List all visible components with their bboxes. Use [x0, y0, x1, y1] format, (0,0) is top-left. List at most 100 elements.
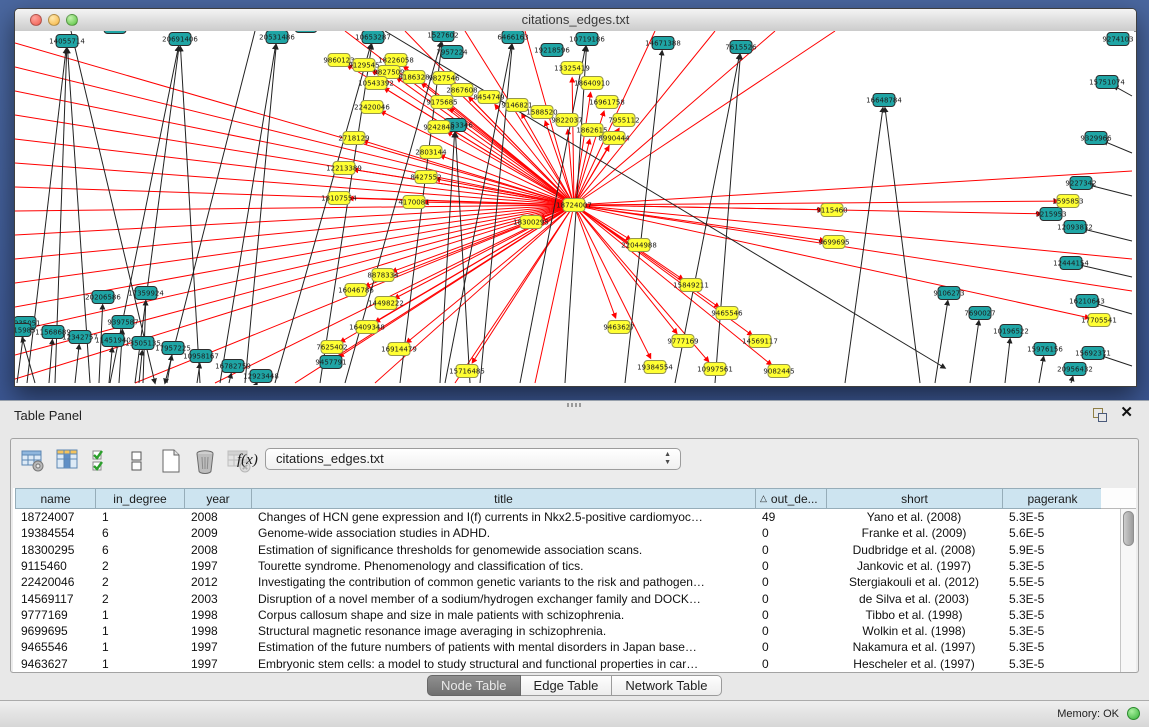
float-panel-icon[interactable] — [1093, 408, 1107, 422]
graph-node[interactable]: 9397587 — [107, 316, 138, 329]
table-row[interactable]: 1872400712008Changes of HCN gene express… — [13, 509, 1120, 525]
graph-node[interactable]: 9634508 — [99, 31, 130, 34]
graph-node[interactable]: 20691406 — [162, 33, 198, 46]
graph-node[interactable]: 12213389 — [326, 162, 362, 175]
column-header-pagerank[interactable]: pagerank — [1003, 488, 1103, 509]
graph-node[interactable]: 14671388 — [645, 37, 681, 50]
graph-node[interactable]: 15976156 — [1027, 343, 1063, 356]
graph-node[interactable]: 12923448 — [243, 370, 279, 383]
new-table-icon[interactable] — [157, 447, 185, 475]
graph-node[interactable]: 9777169 — [667, 335, 698, 348]
graph-node[interactable]: 7625402 — [316, 341, 347, 354]
graph-node[interactable]: 9227342 — [1065, 177, 1096, 190]
row-height-icon[interactable] — [123, 447, 151, 475]
close-window-button[interactable] — [30, 14, 42, 26]
graph-node-label: 15849211 — [673, 282, 709, 290]
table-row[interactable]: 1830029562008Estimation of significance … — [13, 542, 1120, 558]
select-columns-icon[interactable] — [54, 447, 82, 475]
graph-node[interactable]: 9215953 — [1035, 208, 1066, 221]
table-row[interactable]: 969969511998Structural magnetic resonanc… — [13, 623, 1120, 639]
graph-node[interactable]: 16782759 — [215, 360, 251, 373]
minimize-window-button[interactable] — [48, 14, 60, 26]
column-header-name[interactable]: name — [15, 488, 96, 509]
graph-node[interactable]: 1527602 — [427, 31, 458, 42]
graph-node[interactable]: 1595853 — [1052, 195, 1083, 208]
table-vertical-scrollbar[interactable] — [1120, 509, 1136, 672]
column-header-out_de[interactable]: △out_de... — [756, 488, 827, 509]
memory-status-indicator[interactable] — [1127, 707, 1140, 720]
graph-node[interactable]: 16914479 — [381, 343, 417, 356]
column-header-title[interactable]: title — [252, 488, 756, 509]
graph-node[interactable]: 22420046 — [354, 101, 390, 114]
graph-node[interactable]: 10719186 — [569, 33, 605, 46]
graph-node[interactable]: 9822037 — [551, 114, 582, 127]
graph-node[interactable]: 14055714 — [49, 35, 85, 48]
select-attributes-icon[interactable] — [89, 447, 117, 475]
graph-node[interactable]: 17705541 — [1081, 314, 1117, 327]
tab-edge-table[interactable]: Edge Table — [521, 675, 613, 696]
graph-node[interactable]: 19218596 — [534, 44, 570, 57]
graph-node[interactable]: 10653287 — [355, 31, 391, 44]
close-panel-icon[interactable]: ✕ — [1120, 405, 1133, 421]
graph-node-label: 9465546 — [711, 310, 743, 318]
graph-node[interactable]: 18914774 — [288, 31, 324, 33]
graph-node[interactable]: 18226058 — [378, 54, 414, 67]
graph-node[interactable]: 7957224 — [436, 46, 468, 59]
graph-node[interactable]: 15716485 — [449, 365, 485, 378]
graph-node[interactable]: 15751074 — [1089, 76, 1125, 89]
graph-node[interactable]: 9274103 — [1102, 33, 1133, 46]
window-titlebar[interactable]: citations_edges.txt — [15, 9, 1136, 32]
scrollbar-thumb[interactable] — [1123, 511, 1134, 546]
zoom-window-button[interactable] — [66, 14, 78, 26]
graph-node[interactable]: 10997561 — [697, 363, 733, 376]
column-header-short[interactable]: short — [827, 488, 1003, 509]
table-row[interactable]: 1456911722003Disruption of a novel membe… — [13, 591, 1120, 607]
tab-network-table[interactable]: Network Table — [612, 675, 721, 696]
graph-node[interactable]: 7955112 — [608, 114, 639, 127]
graph-node[interactable]: 8427552 — [410, 171, 441, 184]
column-header-year[interactable]: year — [185, 488, 252, 509]
table-row[interactable]: 977716911998Corpus callosum shape and si… — [13, 607, 1120, 623]
table-row[interactable]: 911546021997Tourette syndrome. Phenomeno… — [13, 558, 1120, 574]
table-settings-icon[interactable] — [19, 447, 47, 475]
graph-node[interactable]: 7615526 — [725, 41, 757, 54]
tab-node-table[interactable]: Node Table — [427, 675, 521, 696]
delete-table-icon[interactable] — [191, 447, 219, 475]
graph-node[interactable]: 12444154 — [1053, 257, 1089, 270]
graph-node[interactable]: 9457791 — [315, 356, 346, 369]
table-row[interactable]: 946554611997Estimation of the future num… — [13, 639, 1120, 655]
function-builder-icon[interactable]: f(x) — [233, 451, 263, 479]
network-canvas[interactable]: 14055714 20691406 20531486 10653287 1527602 6… — [15, 31, 1134, 385]
graph-node[interactable]: 7690027 — [964, 307, 995, 320]
graph-node[interactable]: 20531486 — [259, 31, 295, 44]
graph-node[interactable]: 9106273 — [933, 287, 964, 300]
graph-node[interactable]: 9242848 — [423, 121, 454, 134]
table-row[interactable]: 1938455462009Genome-wide association stu… — [13, 525, 1120, 541]
graph-node[interactable]: 16648784 — [866, 94, 902, 107]
table-row[interactable]: 2242004622012Investigating the contribut… — [13, 574, 1120, 590]
graph-node[interactable]: 10196522 — [993, 325, 1029, 338]
graph-node[interactable]: 8990444 — [598, 132, 630, 145]
graph-node[interactable]: 9082445 — [763, 365, 794, 378]
graph-node[interactable]: 2718129 — [338, 132, 369, 145]
graph-node[interactable]: 6466163 — [497, 31, 528, 44]
graph-node[interactable]: 9115460 — [816, 204, 847, 217]
graph-node[interactable]: 9699695 — [818, 236, 849, 249]
graph-node[interactable]: 9175685 — [426, 96, 457, 109]
graph-node[interactable]: 9463627 — [603, 321, 634, 334]
graph-node[interactable]: 4170081 — [398, 196, 429, 209]
graph-node[interactable]: 20206586 — [85, 291, 121, 304]
graph-node[interactable]: 12093872 — [1057, 221, 1093, 234]
graph-node[interactable]: 17359924 — [128, 287, 164, 300]
graph-node[interactable]: 16409348 — [349, 321, 385, 334]
graph-node[interactable]: 9465546 — [711, 307, 743, 320]
column-header-in_degree[interactable]: in_degree — [96, 488, 185, 509]
panel-splitter-handle[interactable] — [567, 403, 581, 407]
graph-node[interactable]: 16210643 — [1069, 295, 1105, 308]
graph-node[interactable]: 19384554 — [637, 361, 673, 374]
table-row[interactable]: 946362711997Embryonic stem cells: a mode… — [13, 656, 1120, 672]
graph-node[interactable]: 8454749 — [473, 91, 504, 104]
network-selector-dropdown[interactable]: citations_edges.txt ▲▼ — [265, 448, 681, 470]
graph-node[interactable]: 20956432 — [1057, 363, 1093, 376]
graph-node[interactable]: 8186328 — [398, 71, 429, 84]
